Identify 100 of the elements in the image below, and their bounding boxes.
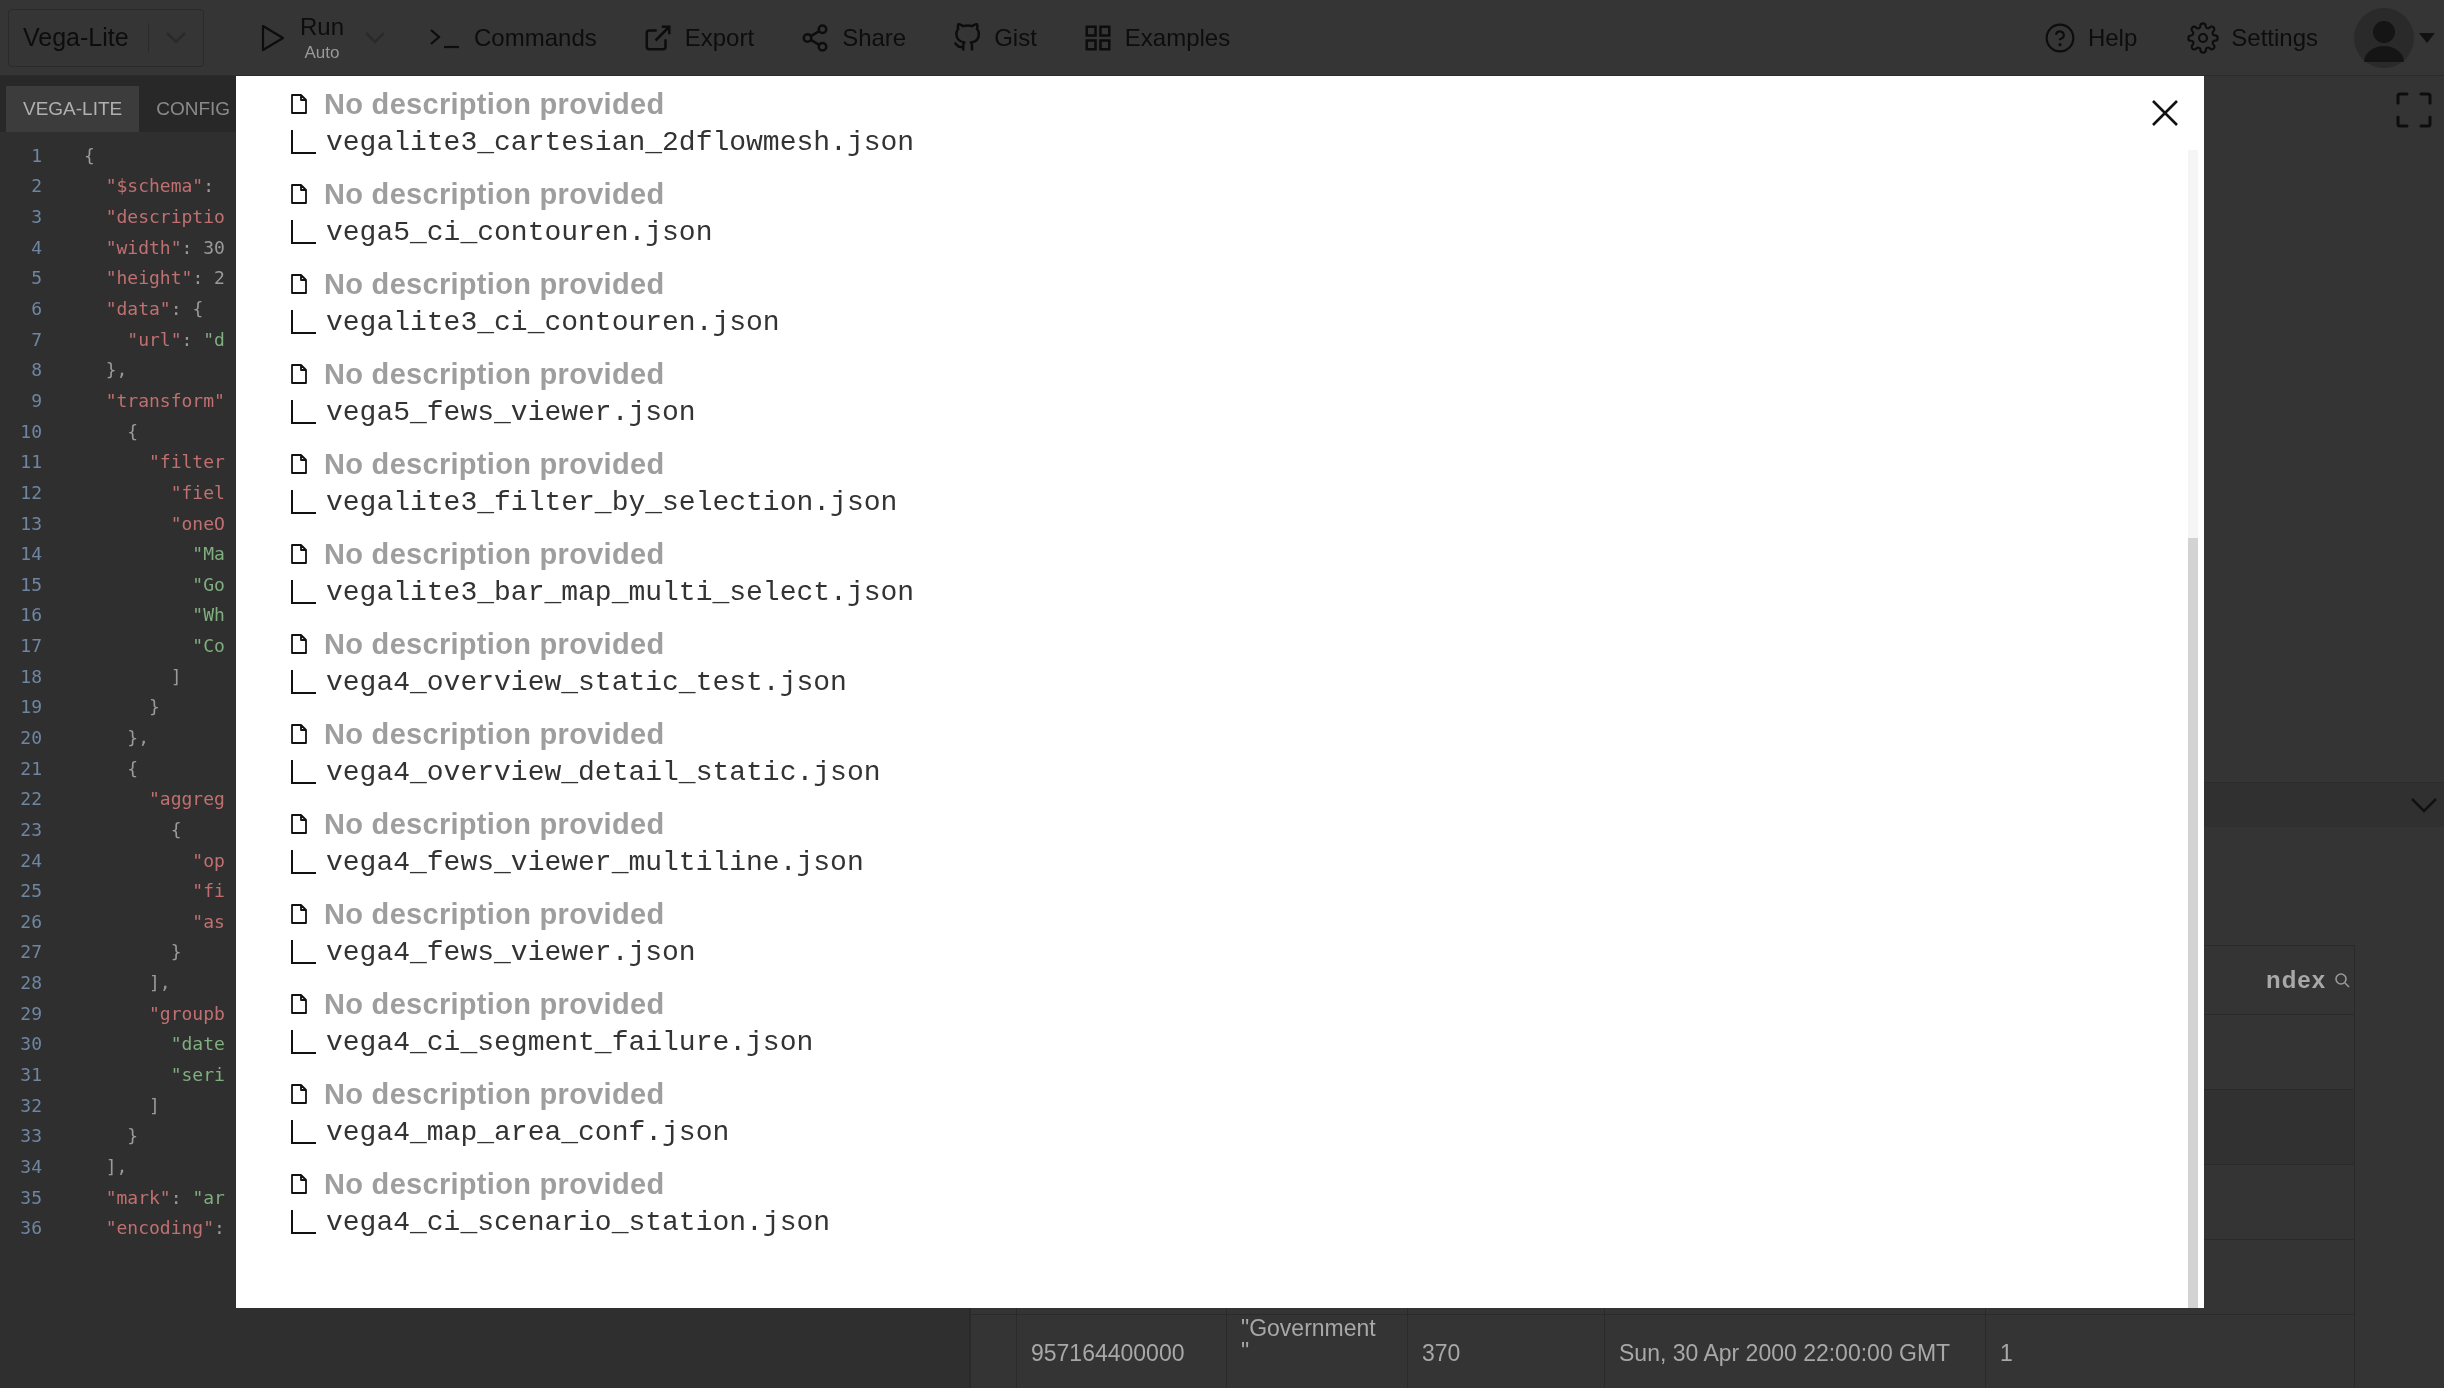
example-description: No description provided xyxy=(324,627,665,661)
line-number: 32 xyxy=(19,1094,42,1116)
line-number: 20 xyxy=(19,727,42,748)
code-line: { xyxy=(126,420,139,442)
line-number: 28 xyxy=(19,972,42,994)
tree-branch-icon xyxy=(290,669,316,695)
code-line: ] xyxy=(169,665,182,687)
example-file-link[interactable]: vegalite3_bar_map_multi_select.json xyxy=(326,576,915,608)
example-file-link[interactable]: vega4_overview_detail_static.json xyxy=(326,756,881,788)
code-line: }, xyxy=(126,727,150,748)
line-number: 21 xyxy=(19,757,42,779)
search-icon[interactable] xyxy=(2334,972,2350,988)
file-icon xyxy=(290,183,308,205)
code-line: { xyxy=(126,757,139,779)
example-file-link[interactable]: vega4_overview_static_test.json xyxy=(326,666,847,698)
example-description: No description provided xyxy=(324,357,665,391)
file-icon xyxy=(290,633,308,655)
line-number: 13 xyxy=(19,512,42,534)
line-number: 4 xyxy=(30,236,42,258)
code-line: }, xyxy=(104,359,128,381)
tree-branch-icon xyxy=(290,219,316,245)
code-line: ] xyxy=(148,1094,160,1116)
example-file-link[interactable]: vegalite3_filter_by_selection.json xyxy=(326,486,898,518)
help-icon xyxy=(2043,21,2076,54)
tree-branch-icon xyxy=(290,1119,316,1145)
tree-branch-icon xyxy=(290,1029,316,1055)
example-description: No description provided xyxy=(324,717,665,751)
scrollbar[interactable] xyxy=(2188,150,2198,1308)
line-number: 27 xyxy=(19,941,42,963)
code-line: "encoding": xyxy=(104,1217,225,1239)
example-file-link[interactable]: vega5_ci_contouren.json xyxy=(326,216,713,248)
example-description: No description provided xyxy=(324,1167,665,1201)
line-number: 34 xyxy=(19,1155,42,1177)
example-file-link[interactable]: vega5_fews_viewer.json xyxy=(326,396,696,428)
example-file-link[interactable]: vegalite3_cartesian_2dflowmesh.json xyxy=(326,126,915,158)
line-number: 5 xyxy=(30,267,42,289)
avatar[interactable] xyxy=(2354,7,2414,68)
code-line: "Co xyxy=(191,635,225,657)
example-file-link[interactable]: vega4_fews_viewer.json xyxy=(326,936,696,968)
line-number: 26 xyxy=(19,910,42,932)
code-line: } xyxy=(148,696,160,718)
tree-branch-icon xyxy=(290,849,316,875)
example-file-link[interactable]: vega4_ci_scenario_station.json xyxy=(326,1206,831,1238)
settings-icon xyxy=(2187,21,2220,54)
example-description: No description provided xyxy=(324,1077,665,1111)
line-number: 35 xyxy=(19,1186,42,1208)
file-icon xyxy=(290,903,308,925)
file-icon xyxy=(290,363,308,385)
line-number: 24 xyxy=(19,849,42,871)
line-number: 17 xyxy=(19,635,42,657)
code-line: ], xyxy=(104,1155,128,1177)
play-icon xyxy=(260,22,286,53)
caret-down-icon[interactable] xyxy=(2418,31,2436,44)
example-description: No description provided xyxy=(324,987,665,1021)
code-line: "fi xyxy=(191,880,225,902)
example-description: No description provided xyxy=(324,267,665,301)
editor-tab[interactable]: CONFIG xyxy=(139,86,248,132)
example-description: No description provided xyxy=(324,177,665,211)
tree-branch-icon xyxy=(290,1209,316,1235)
example-description: No description provided xyxy=(324,87,665,121)
table-cell: Sun, 30 Apr 2000 22:00:00 GMT xyxy=(1619,1339,1951,1366)
code-line: "date xyxy=(169,1033,225,1055)
example-file-link[interactable]: vegalite3_ci_contouren.json xyxy=(326,306,780,338)
example-description: No description provided xyxy=(324,807,665,841)
code-line: "Ma xyxy=(191,543,225,565)
code-line: "mark": "ar xyxy=(104,1186,225,1208)
line-number: 29 xyxy=(19,1002,42,1024)
tree-branch-icon xyxy=(290,489,316,515)
line-number: 33 xyxy=(19,1125,42,1147)
file-icon xyxy=(290,273,308,295)
file-icon xyxy=(290,993,308,1015)
line-number: 12 xyxy=(19,481,42,503)
example-description: No description provided xyxy=(324,537,665,571)
line-number: 36 xyxy=(19,1217,42,1239)
line-number: 30 xyxy=(19,1033,42,1055)
line-number: 3 xyxy=(30,206,42,228)
chevron-down-icon[interactable] xyxy=(2410,797,2438,813)
tree-branch-icon xyxy=(290,309,316,335)
line-number: 14 xyxy=(19,543,42,565)
example-description: No description provided xyxy=(324,447,665,481)
code-line: "$schema": xyxy=(104,175,215,197)
example-file-link[interactable]: vega4_ci_segment_failure.json xyxy=(326,1026,814,1058)
example-description: No description provided xyxy=(324,897,665,931)
line-number: 22 xyxy=(19,788,42,810)
fullscreen-icon[interactable] xyxy=(2396,92,2432,128)
code-line: "as xyxy=(191,910,225,932)
code-line: { xyxy=(84,144,95,166)
code-line: "groupb xyxy=(148,1002,225,1024)
line-number: 31 xyxy=(19,1064,42,1086)
line-number: 18 xyxy=(19,665,42,687)
line-number: 19 xyxy=(19,696,42,718)
line-number: 10 xyxy=(19,420,42,442)
code-line: "data": { xyxy=(104,298,204,319)
example-file-link[interactable]: vega4_map_area_conf.json xyxy=(326,1116,730,1148)
file-icon xyxy=(290,723,308,745)
line-number: 1 xyxy=(30,144,42,166)
code-line: "Go xyxy=(191,573,225,595)
editor-tab[interactable]: VEGA-LITE xyxy=(6,86,140,132)
line-number: 9 xyxy=(30,389,42,411)
example-file-link[interactable]: vega4_fews_viewer_multiline.json xyxy=(326,846,864,878)
